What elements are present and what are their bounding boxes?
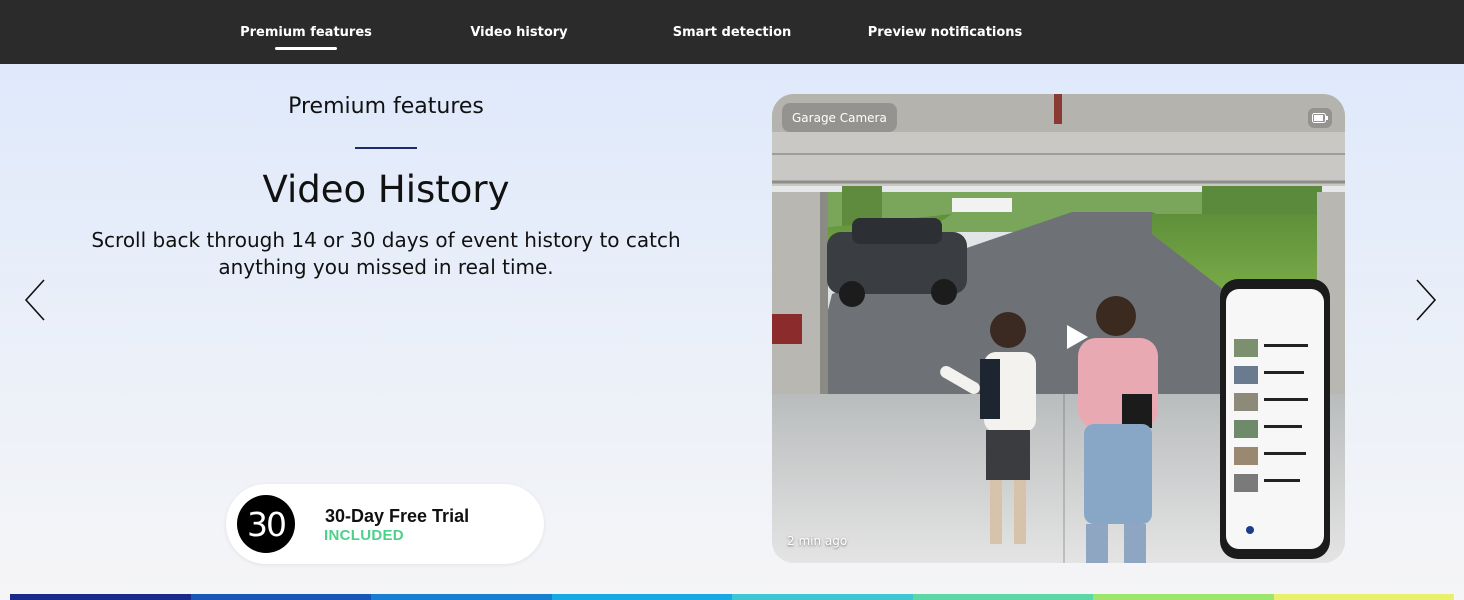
free-trial-card: 30 30-Day Free Trial INCLUDED [226,484,544,564]
battery-icon [1308,108,1332,128]
trial-status: INCLUDED [324,527,404,544]
brand-color-bar [10,594,1454,600]
tab-label: Smart detection [672,24,792,40]
section-eyebrow: Premium features [288,94,484,119]
color-segment [912,594,1093,600]
tab-label: Video history [470,24,568,40]
camera-video-preview[interactable]: Garage Camera 2 min ago [772,94,1345,563]
divider [355,147,417,149]
feature-title: Video History [262,168,510,211]
top-navigation: Premium features Video history Smart det… [0,0,1464,64]
color-segment [190,594,371,600]
color-segment [732,594,913,600]
color-segment [10,594,191,600]
play-icon[interactable] [1065,324,1089,350]
trial-title: 30-Day Free Trial [325,506,470,526]
chevron-right-icon[interactable] [1412,277,1442,323]
color-segment [551,594,732,600]
color-segment [371,594,552,600]
camera-name-label: Garage Camera [782,103,897,132]
tab-smart-detection[interactable]: Smart detection [662,0,802,64]
feature-panel: Premium features Video History Scroll ba… [0,64,1464,600]
chevron-left-icon[interactable] [22,277,52,323]
feature-description: Scroll back through 14 or 30 days of eve… [91,228,681,279]
tab-label: Preview notifications [867,24,1023,40]
tab-label: Premium features [240,24,372,40]
event-timestamp: 2 min ago [787,534,848,548]
garage-scene-image [772,94,1345,563]
tab-video-history[interactable]: Video history [454,0,584,64]
active-tab-indicator [275,47,337,50]
color-segment [1273,594,1454,600]
color-segment [1093,594,1274,600]
tab-premium-features[interactable]: Premium features [231,0,381,64]
trial-days-badge: 30 [237,495,295,553]
tab-preview-notifications[interactable]: Preview notifications [860,0,1030,64]
